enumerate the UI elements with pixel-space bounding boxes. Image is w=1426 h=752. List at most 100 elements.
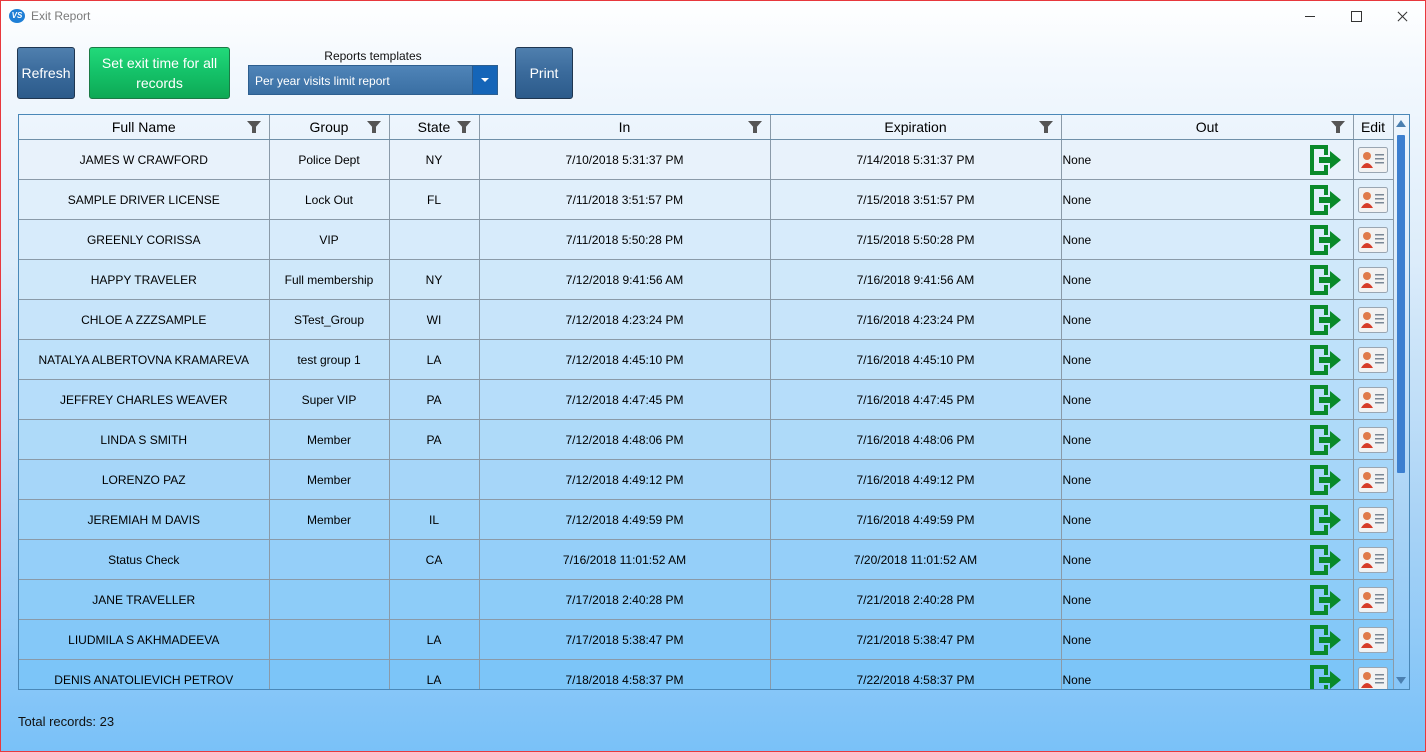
cell-edit bbox=[1353, 259, 1394, 300]
cell-edit bbox=[1353, 659, 1394, 689]
edit-user-card-icon[interactable] bbox=[1358, 466, 1388, 493]
table-row[interactable]: JAMES W CRAWFORD Police Dept NY 7/10/2018 5… bbox=[19, 139, 1394, 180]
cell-out: None bbox=[1061, 619, 1354, 660]
table-row[interactable]: LINDA S SMITH Member PA 7/12/2018 4:48:06 P… bbox=[19, 419, 1394, 460]
table-row[interactable]: JANE TRAVELLER 7/17/2018 2:40:28 PM 7/21/2… bbox=[19, 579, 1394, 620]
cell-exp: 7/16/2018 4:45:10 PM bbox=[770, 339, 1062, 380]
cell-exp: 7/16/2018 4:49:12 PM bbox=[770, 459, 1062, 500]
table-row[interactable]: SAMPLE DRIVER LICENSE Lock Out FL 7/11/2018… bbox=[19, 179, 1394, 220]
cell-state bbox=[389, 579, 480, 620]
filter-icon[interactable] bbox=[1038, 121, 1053, 133]
table-row[interactable]: NATALYA ALBERTOVNA KRAMAREVA test group 1… bbox=[19, 339, 1394, 380]
edit-user-card-icon[interactable] bbox=[1358, 386, 1388, 413]
exit-arrow-icon[interactable] bbox=[1307, 142, 1343, 178]
cell-name: JANE TRAVELLER bbox=[19, 579, 270, 620]
column-header-label: Out bbox=[1195, 119, 1219, 135]
exit-arrow-icon[interactable] bbox=[1307, 622, 1343, 658]
column-header-group[interactable]: Group bbox=[269, 115, 390, 140]
print-button[interactable]: Print bbox=[515, 47, 573, 99]
edit-user-card-icon[interactable] bbox=[1358, 186, 1388, 213]
cell-exp: 7/14/2018 5:31:37 PM bbox=[770, 139, 1062, 180]
table-row[interactable]: JEREMIAH M DAVIS Member IL 7/12/2018 4:49:5… bbox=[19, 499, 1394, 540]
exit-arrow-icon[interactable] bbox=[1307, 262, 1343, 298]
cell-out: None bbox=[1061, 539, 1354, 580]
cell-state: PA bbox=[389, 379, 480, 420]
table-row[interactable]: LORENZO PAZ Member 7/12/2018 4:49:12 PM 7/1… bbox=[19, 459, 1394, 500]
scroll-up-icon[interactable] bbox=[1396, 120, 1406, 127]
edit-user-card-icon[interactable] bbox=[1358, 146, 1388, 173]
table-row[interactable]: Status Check CA 7/16/2018 11:01:52 AM 7/20/… bbox=[19, 539, 1394, 580]
out-value: None bbox=[1062, 552, 1092, 567]
cell-group bbox=[269, 539, 390, 580]
cell-in: 7/11/2018 5:50:28 PM bbox=[479, 219, 771, 260]
scroll-thumb[interactable] bbox=[1397, 135, 1405, 473]
reports-template-select[interactable]: Per year visits limit report bbox=[248, 65, 498, 95]
edit-user-card-icon[interactable] bbox=[1358, 666, 1388, 689]
cell-name: DENIS ANATOLIEVICH PETROV bbox=[19, 659, 270, 689]
exit-arrow-icon[interactable] bbox=[1307, 182, 1343, 218]
chevron-down-icon[interactable] bbox=[472, 66, 497, 94]
exit-arrow-icon[interactable] bbox=[1307, 462, 1343, 498]
edit-user-card-icon[interactable] bbox=[1358, 266, 1388, 293]
exit-arrow-icon[interactable] bbox=[1307, 382, 1343, 418]
column-header-in[interactable]: In bbox=[479, 115, 771, 140]
cell-edit bbox=[1353, 379, 1394, 420]
column-header-out[interactable]: Out bbox=[1061, 115, 1354, 140]
refresh-button[interactable]: Refresh bbox=[17, 47, 75, 99]
scroll-down-icon[interactable] bbox=[1396, 677, 1406, 684]
out-value: None bbox=[1062, 632, 1092, 647]
edit-user-card-icon[interactable] bbox=[1358, 426, 1388, 453]
close-button[interactable] bbox=[1379, 1, 1425, 32]
edit-user-card-icon[interactable] bbox=[1358, 586, 1388, 613]
exit-arrow-icon[interactable] bbox=[1307, 542, 1343, 578]
table-row[interactable]: CHLOE A ZZZSAMPLE STest_Group WI 7/12/2018 … bbox=[19, 299, 1394, 340]
cell-out: None bbox=[1061, 459, 1354, 500]
cell-in: 7/17/2018 2:40:28 PM bbox=[479, 579, 771, 620]
edit-user-card-icon[interactable] bbox=[1358, 346, 1388, 373]
column-header-label: Edit bbox=[1360, 119, 1386, 135]
edit-user-card-icon[interactable] bbox=[1358, 626, 1388, 653]
filter-icon[interactable] bbox=[366, 121, 381, 133]
column-header-full-name[interactable]: Full Name bbox=[19, 115, 270, 140]
table-row[interactable]: JEFFREY CHARLES WEAVER Super VIP PA 7/12/20… bbox=[19, 379, 1394, 420]
edit-user-card-icon[interactable] bbox=[1358, 226, 1388, 253]
exit-arrow-icon[interactable] bbox=[1307, 422, 1343, 458]
cell-edit bbox=[1353, 339, 1394, 380]
cell-edit bbox=[1353, 299, 1394, 340]
edit-user-card-icon[interactable] bbox=[1358, 546, 1388, 573]
table-row[interactable]: HAPPY TRAVELER Full membership NY 7/12/2018… bbox=[19, 259, 1394, 300]
table-row[interactable]: GREENLY CORISSA VIP 7/11/2018 5:50:28 PM 7/… bbox=[19, 219, 1394, 260]
vertical-scrollbar[interactable] bbox=[1393, 115, 1409, 689]
cell-name: SAMPLE DRIVER LICENSE bbox=[19, 179, 270, 220]
filter-icon[interactable] bbox=[456, 121, 471, 133]
exit-arrow-icon[interactable] bbox=[1307, 342, 1343, 378]
column-header-expiration[interactable]: Expiration bbox=[770, 115, 1062, 140]
cell-in: 7/12/2018 4:49:12 PM bbox=[479, 459, 771, 500]
edit-user-card-icon[interactable] bbox=[1358, 306, 1388, 333]
exit-arrow-icon[interactable] bbox=[1307, 222, 1343, 258]
column-header-edit[interactable]: Edit bbox=[1353, 115, 1394, 140]
filter-icon[interactable] bbox=[747, 121, 762, 133]
table-row[interactable]: LIUDMILA S AKHMADEEVA LA 7/17/2018 5:38:47… bbox=[19, 619, 1394, 660]
maximize-button[interactable] bbox=[1333, 1, 1379, 32]
cell-state: FL bbox=[389, 179, 480, 220]
exit-arrow-icon[interactable] bbox=[1307, 582, 1343, 618]
minimize-button[interactable] bbox=[1287, 1, 1333, 32]
selected-template: Per year visits limit report bbox=[255, 74, 390, 88]
cell-in: 7/11/2018 3:51:57 PM bbox=[479, 179, 771, 220]
filter-icon[interactable] bbox=[246, 121, 261, 133]
cell-group: Full membership bbox=[269, 259, 390, 300]
exit-arrow-icon[interactable] bbox=[1307, 502, 1343, 538]
exit-arrow-icon[interactable] bbox=[1307, 662, 1343, 689]
column-header-state[interactable]: State bbox=[389, 115, 480, 140]
exit-report-grid: Full Name Group State In Expiration Out Edit J… bbox=[18, 114, 1410, 690]
exit-arrow-icon[interactable] bbox=[1307, 302, 1343, 338]
set-exit-time-button[interactable]: Set exit time for all records bbox=[89, 47, 230, 99]
out-value: None bbox=[1062, 272, 1092, 287]
out-value: None bbox=[1062, 232, 1092, 247]
cell-in: 7/12/2018 4:49:59 PM bbox=[479, 499, 771, 540]
edit-user-card-icon[interactable] bbox=[1358, 506, 1388, 533]
table-row[interactable]: DENIS ANATOLIEVICH PETROV LA 7/18/2018 4:5… bbox=[19, 659, 1394, 689]
filter-icon[interactable] bbox=[1330, 121, 1345, 133]
cell-group: Member bbox=[269, 419, 390, 460]
